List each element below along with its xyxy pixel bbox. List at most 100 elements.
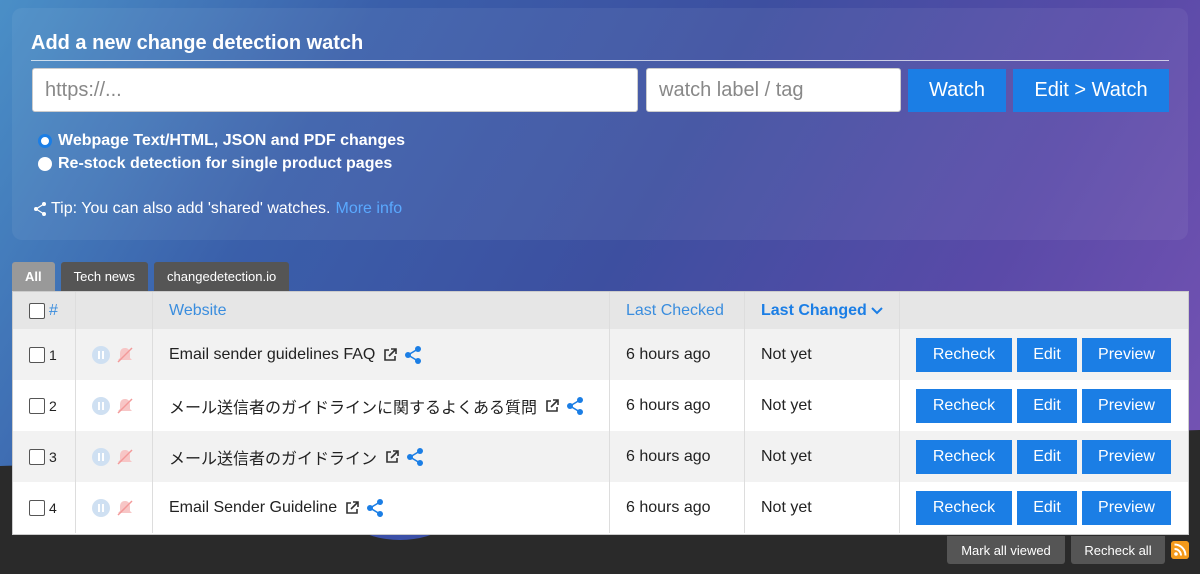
recheck-button[interactable]: Recheck: [916, 439, 1012, 474]
pause-icon[interactable]: [92, 498, 110, 517]
share-icon[interactable]: [365, 498, 385, 518]
edit-button[interactable]: Edit: [1017, 439, 1077, 474]
row-last-changed: Not yet: [745, 380, 900, 431]
row-checkbox[interactable]: [29, 346, 45, 363]
row-checkbox[interactable]: [29, 499, 45, 516]
recheck-all-button[interactable]: Recheck all: [1071, 536, 1165, 564]
radio-webpage-text[interactable]: Webpage Text/HTML, JSON and PDF changes: [38, 131, 405, 151]
select-all-checkbox[interactable]: [29, 302, 45, 319]
share-icon[interactable]: [565, 396, 585, 416]
mark-all-viewed-button[interactable]: Mark all viewed: [947, 536, 1065, 564]
table-row: 3 メール送信者のガイドライン 6 hours ago Not yet Rech…: [13, 431, 1188, 482]
tab-all[interactable]: All: [12, 262, 55, 291]
row-num: 1: [49, 346, 57, 363]
row-website: メール送信者のガイドライン: [153, 431, 610, 482]
row-last-checked: 6 hours ago: [610, 380, 745, 431]
table-row: 2 メール送信者のガイドラインに関するよくある質問 6 hours ago No…: [13, 380, 1188, 431]
row-last-changed: Not yet: [745, 482, 900, 533]
table-row: 4 Email Sender Guideline 6 hours ago Not…: [13, 482, 1188, 533]
row-icons: [76, 431, 153, 482]
external-link-icon[interactable]: [345, 500, 359, 515]
table-row: 1 Email sender guidelines FAQ 6 hours ag…: [13, 329, 1188, 380]
website-title[interactable]: メール送信者のガイドラインに関するよくある質問: [169, 394, 537, 418]
external-link-icon[interactable]: [383, 347, 398, 362]
row-website: Email sender guidelines FAQ: [153, 329, 610, 380]
table-header: # Website Last Checked Last Changed: [13, 292, 1188, 329]
mute-notification-icon[interactable]: [116, 397, 134, 415]
row-num: 4: [49, 499, 57, 516]
header-actions: [900, 292, 1188, 329]
row-num: 2: [49, 397, 57, 414]
watch-table: # Website Last Checked Last Changed 1 Em…: [12, 291, 1189, 535]
mute-notification-icon[interactable]: [116, 448, 134, 466]
mute-notification-icon[interactable]: [116, 499, 134, 517]
preview-button[interactable]: Preview: [1082, 439, 1171, 474]
recheck-button[interactable]: Recheck: [916, 490, 1012, 525]
edit-watch-button[interactable]: Edit > Watch: [1013, 69, 1169, 112]
row-num: 3: [49, 448, 57, 465]
header-last-changed[interactable]: Last Changed: [745, 292, 900, 329]
edit-button[interactable]: Edit: [1017, 490, 1077, 525]
row-website: Email Sender Guideline: [153, 482, 610, 533]
header-last-changed-label: Last Changed: [761, 301, 867, 319]
share-icon[interactable]: [405, 447, 425, 467]
rss-feed-icon[interactable]: [1171, 541, 1189, 559]
radio-label: Re-stock detection for single product pa…: [58, 155, 393, 172]
preview-button[interactable]: Preview: [1082, 490, 1171, 525]
mute-notification-icon[interactable]: [116, 346, 134, 364]
edit-button[interactable]: Edit: [1017, 337, 1077, 372]
row-last-checked: 6 hours ago: [610, 482, 745, 533]
tag-input[interactable]: [646, 68, 901, 112]
chevron-down-icon: [871, 306, 883, 314]
tag-tabs: All Tech news changedetection.io: [12, 262, 295, 291]
row-actions: Recheck Edit Preview: [900, 329, 1188, 380]
tab-tech-news[interactable]: Tech news: [60, 262, 149, 291]
header-num[interactable]: #: [49, 302, 58, 320]
header-last-checked[interactable]: Last Checked: [610, 292, 745, 329]
radio-checked-icon[interactable]: [38, 134, 52, 148]
edit-button[interactable]: Edit: [1017, 388, 1077, 423]
recheck-button[interactable]: Recheck: [916, 337, 1012, 372]
row-icons: [76, 329, 153, 380]
external-link-icon[interactable]: [545, 398, 559, 413]
tip-line: Tip: You can also add 'shared' watches. …: [32, 200, 402, 218]
row-icons: [76, 380, 153, 431]
row-select: 1: [13, 329, 76, 380]
row-actions: Recheck Edit Preview: [900, 482, 1188, 533]
row-checkbox[interactable]: [29, 448, 45, 465]
row-last-checked: 6 hours ago: [610, 329, 745, 380]
watch-button[interactable]: Watch: [908, 69, 1006, 112]
radio-restock[interactable]: Re-stock detection for single product pa…: [38, 154, 392, 174]
row-last-changed: Not yet: [745, 329, 900, 380]
row-last-changed: Not yet: [745, 431, 900, 482]
row-select: 2: [13, 380, 76, 431]
row-checkbox[interactable]: [29, 397, 45, 414]
pause-icon[interactable]: [92, 345, 110, 364]
preview-button[interactable]: Preview: [1082, 337, 1171, 372]
website-title[interactable]: メール送信者のガイドライン: [169, 445, 377, 469]
header-website[interactable]: Website: [153, 292, 610, 329]
pause-icon[interactable]: [92, 396, 110, 415]
header-icons: [76, 292, 153, 329]
preview-button[interactable]: Preview: [1082, 388, 1171, 423]
pause-icon[interactable]: [92, 447, 110, 466]
share-icon[interactable]: [403, 345, 423, 365]
radio-unchecked-icon[interactable]: [38, 157, 52, 171]
external-link-icon[interactable]: [385, 449, 399, 464]
website-title[interactable]: Email sender guidelines FAQ: [169, 346, 375, 364]
more-info-link[interactable]: More info: [335, 200, 402, 218]
radio-label: Webpage Text/HTML, JSON and PDF changes: [58, 132, 406, 149]
panel-title: Add a new change detection watch: [31, 32, 364, 54]
tip-text: Tip: You can also add 'shared' watches.: [51, 200, 331, 217]
row-select: 3: [13, 431, 76, 482]
recheck-button[interactable]: Recheck: [916, 388, 1012, 423]
row-actions: Recheck Edit Preview: [900, 431, 1188, 482]
row-last-checked: 6 hours ago: [610, 431, 745, 482]
header-select: #: [13, 292, 76, 329]
row-icons: [76, 482, 153, 533]
website-title[interactable]: Email Sender Guideline: [169, 499, 337, 517]
row-select: 4: [13, 482, 76, 533]
tab-changedetection[interactable]: changedetection.io: [154, 262, 290, 291]
url-input[interactable]: [32, 68, 638, 112]
share-icon: [34, 202, 46, 216]
